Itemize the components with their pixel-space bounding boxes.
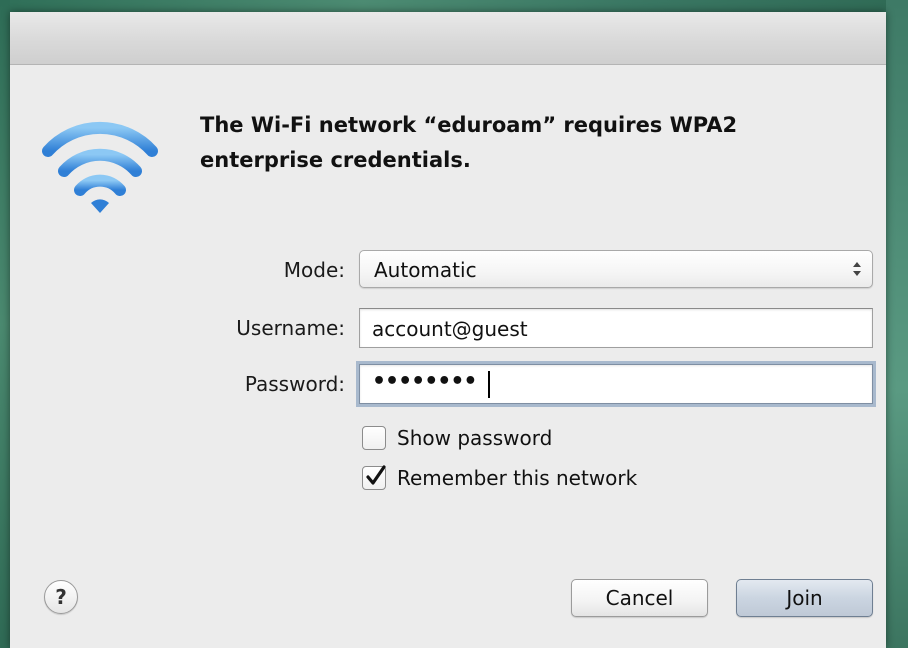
- show-password-checkbox[interactable]: [362, 426, 386, 450]
- remember-network-label[interactable]: Remember this network: [397, 466, 637, 490]
- password-value: ••••••••: [372, 369, 477, 394]
- username-value: account@guest: [372, 317, 528, 341]
- cancel-button[interactable]: Cancel: [571, 579, 708, 617]
- password-label: Password:: [244, 372, 345, 396]
- join-button[interactable]: Join: [736, 579, 873, 617]
- wifi-icon: [42, 121, 158, 213]
- remember-network-checkbox[interactable]: [362, 465, 386, 490]
- username-label: Username:: [236, 316, 345, 340]
- text-caret: [488, 371, 490, 398]
- mode-popup-value: Automatic: [374, 258, 477, 282]
- wifi-credentials-dialog: The Wi-Fi network “eduroam” requires WPA…: [10, 12, 886, 648]
- checkmark-icon: [366, 465, 386, 485]
- desktop-background-left: [0, 0, 10, 648]
- popup-arrows-icon: [853, 262, 861, 276]
- show-password-label[interactable]: Show password: [397, 426, 552, 450]
- dialog-message: The Wi-Fi network “eduroam” requires WPA…: [200, 113, 738, 172]
- help-icon: ?: [55, 585, 67, 609]
- help-button[interactable]: ?: [44, 580, 78, 614]
- dialog-titlebar[interactable]: [10, 12, 886, 65]
- mode-popup[interactable]: Automatic: [359, 250, 873, 288]
- username-field[interactable]: account@guest: [359, 308, 873, 348]
- desktop-background-top: [0, 0, 908, 12]
- mode-label: Mode:: [283, 258, 345, 282]
- password-field[interactable]: ••••••••: [359, 364, 873, 404]
- desktop-background-right: [886, 0, 908, 648]
- dialog-content: The Wi-Fi network “eduroam” requires WPA…: [10, 65, 886, 648]
